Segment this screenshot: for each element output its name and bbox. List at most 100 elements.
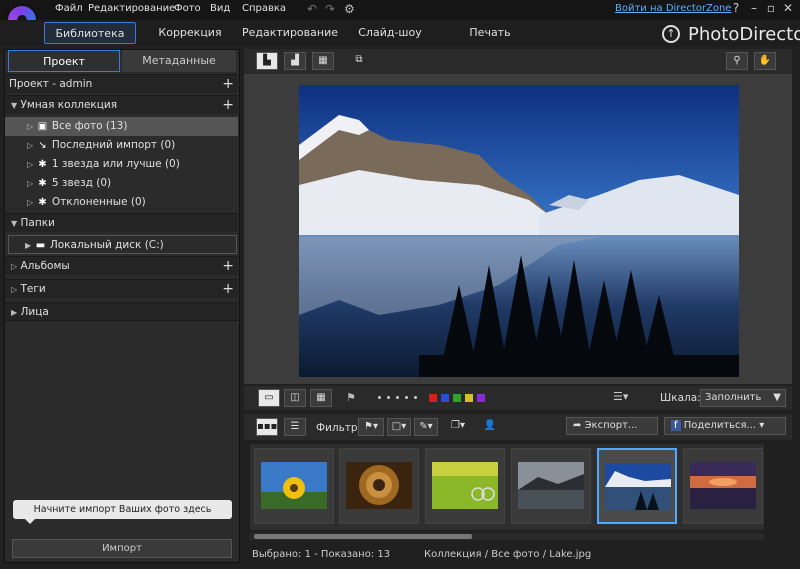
- folder-local-disk[interactable]: ▶ ▬ Локальный диск (C:): [8, 235, 237, 254]
- expand-arrow-icon[interactable]: ▷: [27, 160, 33, 169]
- tab-project[interactable]: Проект: [8, 50, 120, 72]
- smart-item-label: Все фото (13): [51, 120, 128, 132]
- brand-title: PhotoDirector: [688, 24, 800, 45]
- rating-dot[interactable]: [414, 396, 417, 399]
- layout-single-icon[interactable]: ▭: [258, 389, 280, 407]
- project-header: Проект - admin +: [5, 74, 238, 93]
- menu-file[interactable]: Файл: [55, 3, 83, 14]
- expand-arrow-icon[interactable]: ▷: [27, 198, 33, 207]
- help-button[interactable]: ?: [727, 1, 745, 15]
- thumbnail[interactable]: [511, 448, 591, 524]
- smart-item-all-photos[interactable]: ▷ ▣ Все фото (13): [5, 117, 238, 136]
- project-label: Проект - admin: [9, 78, 93, 90]
- color-label-green[interactable]: [453, 394, 461, 402]
- directorzone-login-link[interactable]: Войти на DirectorZone: [615, 3, 731, 14]
- tab-metadata[interactable]: Метаданные: [122, 50, 236, 72]
- filter-color-button[interactable]: ✎▾: [414, 418, 438, 436]
- sort-menu-icon[interactable]: ☰▾: [613, 390, 628, 403]
- tab-library[interactable]: Библиотека: [44, 22, 136, 44]
- smart-item-five-stars[interactable]: ▷ ✱ 5 звезд (0): [5, 174, 238, 193]
- status-bar: Выбрано: 1 - Показано: 13 Коллекция / Вс…: [244, 546, 800, 564]
- color-label-blue[interactable]: [441, 394, 449, 402]
- view-compare-icon[interactable]: ▟: [284, 52, 306, 70]
- layout-filmstrip-icon[interactable]: ▦: [310, 389, 332, 407]
- view-grid-icon[interactable]: ▦: [312, 52, 334, 70]
- thumbnail[interactable]: [254, 448, 334, 524]
- drive-icon: ▬: [35, 240, 46, 251]
- smart-item-label: Отклоненные (0): [51, 196, 146, 208]
- color-label-purple[interactable]: [477, 394, 485, 402]
- menu-photo[interactable]: Фото: [174, 3, 201, 14]
- import-button[interactable]: Импорт: [12, 539, 232, 558]
- rotate-screen-icon[interactable]: ⧉: [348, 52, 370, 70]
- rating-dot[interactable]: [378, 396, 381, 399]
- menu-edit[interactable]: Редактирование: [88, 3, 175, 14]
- flag-icon[interactable]: ⚑: [346, 391, 356, 404]
- menu-help[interactable]: Справка: [242, 3, 286, 14]
- smart-collection-header[interactable]: ▼ Умная коллекция +: [5, 95, 238, 114]
- minimize-button[interactable]: –: [745, 1, 763, 15]
- thumbnail[interactable]: [339, 448, 419, 524]
- zoom-icon[interactable]: ⚲: [726, 52, 748, 70]
- expand-arrow-icon[interactable]: ▷: [27, 179, 33, 188]
- menu-view[interactable]: Вид: [210, 3, 230, 14]
- add-project-icon[interactable]: +: [222, 75, 234, 94]
- stack-icon[interactable]: ❐▾: [446, 418, 470, 436]
- filter-rating-button[interactable]: □▾: [387, 418, 411, 436]
- add-smart-collection-icon[interactable]: +: [222, 96, 234, 115]
- rating-dot[interactable]: [405, 396, 408, 399]
- view-single-icon[interactable]: ▙: [256, 52, 278, 70]
- color-label-yellow[interactable]: [465, 394, 473, 402]
- faces-header[interactable]: ▶ Лица: [5, 302, 238, 321]
- rating-dot[interactable]: [387, 396, 390, 399]
- smart-item-one-star[interactable]: ▷ ✱ 1 звезда или лучше (0): [5, 155, 238, 174]
- selection-status: Выбрано: 1 - Показано: 13: [252, 549, 391, 560]
- rating-dot[interactable]: [396, 396, 399, 399]
- share-button[interactable]: f Поделиться... ▾: [664, 417, 786, 435]
- folders-header[interactable]: ▼ Папки: [5, 213, 238, 232]
- undo-icon[interactable]: ↶: [307, 2, 317, 16]
- scale-value: Заполнить: [705, 392, 762, 403]
- add-tag-icon[interactable]: +: [222, 280, 234, 299]
- add-album-icon[interactable]: +: [222, 257, 234, 276]
- faces-label: Лица: [20, 306, 49, 318]
- list-view-icon[interactable]: ☰: [284, 418, 306, 436]
- smart-item-last-import[interactable]: ▷ ↘ Последний импорт (0): [5, 136, 238, 155]
- smart-item-rejected[interactable]: ▷ ✱ Отклоненные (0): [5, 193, 238, 212]
- export-button[interactable]: ➦ Экспорт...: [566, 417, 658, 435]
- expand-arrow-icon[interactable]: ▷: [11, 285, 17, 294]
- filmstrip-scroll-thumb[interactable]: [254, 534, 472, 539]
- albums-header[interactable]: ▷ Альбомы +: [5, 256, 238, 275]
- thumbnail[interactable]: [425, 448, 505, 524]
- expand-arrow-icon[interactable]: ▷: [27, 141, 33, 150]
- hand-pan-icon[interactable]: ✋: [754, 52, 776, 70]
- tab-slideshow[interactable]: Слайд-шоу: [350, 22, 430, 44]
- tab-print[interactable]: Печать: [450, 22, 530, 44]
- collapse-arrow-icon[interactable]: ▼: [11, 219, 17, 228]
- redo-icon[interactable]: ↷: [325, 2, 335, 16]
- expand-arrow-icon[interactable]: ▷: [27, 122, 33, 131]
- tab-edit[interactable]: Редактирование: [240, 22, 340, 44]
- star-icon: ✱: [38, 159, 47, 170]
- collapse-arrow-icon[interactable]: ▼: [11, 101, 17, 110]
- filter-flag-button[interactable]: ⚑▾: [358, 418, 384, 436]
- upload-icon: ↑: [662, 25, 680, 43]
- tab-adjustment[interactable]: Коррекция: [150, 22, 230, 44]
- star-icon: ✱: [38, 178, 47, 189]
- settings-gear-icon[interactable]: ⚙: [344, 2, 355, 16]
- tags-header[interactable]: ▷ Теги +: [5, 279, 238, 298]
- expand-arrow-icon[interactable]: ▶: [11, 308, 17, 317]
- thumbnail-view-icon[interactable]: ▪▪▪: [256, 418, 278, 436]
- add-person-icon[interactable]: 👤: [480, 418, 500, 436]
- expand-arrow-icon[interactable]: ▷: [11, 262, 17, 271]
- thumbnail-selected[interactable]: [597, 448, 677, 524]
- reject-icon: ✱: [38, 197, 47, 208]
- layout-dual-icon[interactable]: ◫: [284, 389, 306, 407]
- maximize-button[interactable]: ▫: [762, 1, 780, 15]
- close-button[interactable]: ✕: [779, 1, 797, 15]
- expand-arrow-icon[interactable]: ▶: [25, 241, 31, 250]
- collection-path: Коллекция / Все фото / Lake.jpg: [424, 549, 592, 560]
- scale-dropdown[interactable]: Заполнить ▼: [700, 389, 786, 407]
- color-label-red[interactable]: [429, 394, 437, 402]
- thumbnail[interactable]: [683, 448, 763, 524]
